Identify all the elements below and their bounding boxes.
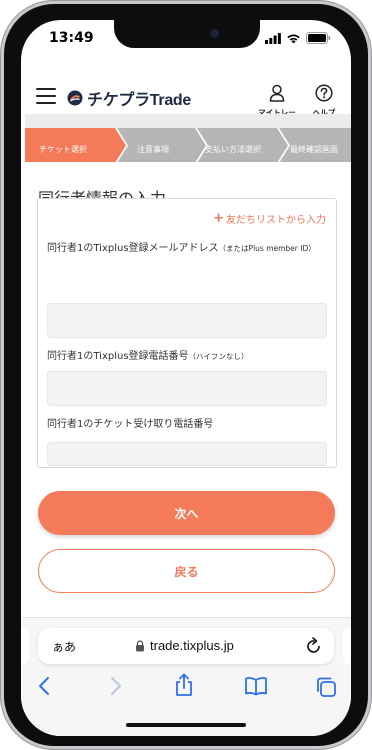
email-field[interactable] <box>47 303 327 338</box>
step-label-2: 注意事項 <box>137 145 169 154</box>
lock-icon <box>136 640 144 652</box>
step-label-3: 支払い方法選択 <box>205 145 261 154</box>
add-from-friends-link[interactable]: + 友だちリストから入力 <box>213 210 326 227</box>
next-button[interactable]: 次へ <box>38 491 335 535</box>
notch <box>114 20 260 48</box>
url-text: trade.tixplus.jp <box>150 638 234 653</box>
back-button[interactable]: 戻る <box>38 549 335 593</box>
status-icons <box>265 32 331 44</box>
ticket-phone-field[interactable] <box>47 442 327 466</box>
step-label-1[interactable]: チケット選択 <box>39 144 87 155</box>
tabs-icon[interactable] <box>315 676 337 698</box>
help-button[interactable]: ヘルプ <box>302 84 346 118</box>
progress-steps: チケット選択 注意事項 支払い方法選択 最終確認画面 <box>25 114 351 162</box>
share-icon[interactable] <box>174 673 194 697</box>
plus-icon: + <box>213 210 224 226</box>
text-size-button[interactable]: ぁあ <box>52 638 76 655</box>
status-time: 13:49 <box>49 30 94 46</box>
next-tab-edge[interactable] <box>343 628 351 664</box>
battery-icon <box>306 32 331 44</box>
user-icon <box>269 84 285 102</box>
logo-mark-icon <box>67 90 83 106</box>
phone-field[interactable] <box>47 371 327 406</box>
add-from-friends-label: 友だちリストから入力 <box>226 215 326 226</box>
prev-tab-edge[interactable] <box>21 628 29 664</box>
home-indicator <box>126 723 246 727</box>
wifi-icon <box>287 34 300 43</box>
phone-field-label: 同行者1のTixplus登録電話番号（ハイフンなし） <box>47 351 249 362</box>
brand-name: チケプラTrade <box>87 92 191 109</box>
ticket-phone-field-label: 同行者1のチケット受け取り電話番号 <box>47 419 214 430</box>
reload-icon[interactable] <box>306 637 322 654</box>
back-nav-icon[interactable] <box>37 676 51 696</box>
step-label-4: 最終確認画面 <box>290 145 338 154</box>
camera-icon <box>210 29 219 38</box>
email-field-label: 同行者1のTixplus登録メールアドレス（またはPlus member ID） <box>47 243 316 254</box>
email-field-note: （またはPlus member ID） <box>218 244 316 253</box>
companion-form: + 友だちリストから入力 同行者1のTixplus登録メールアドレス（またはPl… <box>37 198 337 468</box>
address-bar[interactable]: ぁあ trade.tixplus.jp <box>38 628 334 664</box>
phone-field-note: （ハイフンなし） <box>188 352 249 361</box>
brand-logo[interactable]: チケプラTrade <box>67 86 191 110</box>
browser-toolbar: ぁあ trade.tixplus.jp <box>21 617 351 736</box>
bookmarks-icon[interactable] <box>244 676 268 696</box>
signal-icon <box>265 32 281 44</box>
forward-nav-icon[interactable] <box>109 676 123 696</box>
help-icon <box>315 84 333 102</box>
screen: 13:49 チケプラTrade マイトレー ヘルプ チケット選択 注意事項 支払… <box>21 20 351 736</box>
site-header: チケプラTrade マイトレード ヘルプ <box>21 60 351 128</box>
menu-icon[interactable] <box>36 88 56 104</box>
